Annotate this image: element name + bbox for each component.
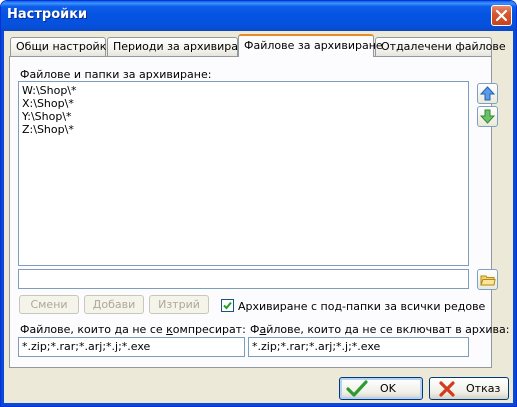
move-up-button[interactable]: [477, 83, 498, 104]
path-input[interactable]: [18, 269, 469, 289]
cancel-button-label: Отказ: [466, 382, 501, 395]
tab-remote-files[interactable]: Отдалечени файлове: [375, 37, 506, 56]
cancel-x-icon: [439, 380, 455, 397]
ok-button[interactable]: OK: [339, 377, 423, 400]
no-compress-label: Файлове, които да не се компресират:: [20, 323, 246, 336]
tab-archive-files[interactable]: Файлове за архивиране: [238, 34, 383, 57]
change-button-label: Смени: [30, 298, 68, 311]
close-button[interactable]: [491, 5, 512, 26]
recursive-checkbox-label: Архивиране с под-папки за всички редове: [238, 300, 486, 313]
cancel-button[interactable]: Отказ: [429, 377, 509, 400]
add-button-label: Добави: [92, 298, 136, 311]
browse-folder-button[interactable]: [477, 269, 498, 290]
arrow-up-icon: [480, 86, 495, 101]
delete-button[interactable]: Изтрий: [149, 295, 209, 314]
arrow-down-icon: [480, 109, 495, 124]
tab-label: Отдалечени файлове: [381, 40, 506, 53]
list-item[interactable]: W:\Shop\*: [22, 84, 465, 97]
tab-label: Файлове за архивиране: [244, 39, 383, 52]
add-button[interactable]: Добави: [84, 295, 144, 314]
recursive-checkbox[interactable]: [221, 299, 234, 312]
list-item[interactable]: X:\Shop\*: [22, 97, 465, 110]
window-title: Настройки: [7, 7, 88, 22]
window-border-right: [513, 31, 516, 406]
tab-general-settings[interactable]: Общи настройки: [10, 37, 114, 56]
label-text: Файлове, които да не се: [20, 323, 167, 336]
folder-icon: [479, 275, 496, 285]
tab-label: Общи настройки: [16, 40, 114, 53]
move-down-button[interactable]: [477, 106, 498, 127]
ok-button-label: OK: [380, 382, 396, 395]
checkmark-icon: [223, 301, 232, 310]
label-mnemonic: к: [166, 323, 173, 336]
change-button[interactable]: Смени: [19, 295, 79, 314]
tab-label: Периоди за архивиране: [113, 40, 252, 53]
label-text: йлове, които да не се включват в архива:: [266, 323, 510, 336]
window-border-bottom: [1, 403, 516, 406]
title-bar[interactable]: Настройки: [1, 1, 516, 31]
label-text: омпресират:: [172, 323, 246, 336]
no-compress-input[interactable]: *.zip;*.rar;*.arj;*.j;*.exe: [18, 337, 245, 357]
tab-archive-periods[interactable]: Периоди за архивиране: [107, 37, 252, 56]
checkmark-icon: [346, 379, 368, 397]
list-item[interactable]: Z:\Shop\*: [22, 123, 465, 136]
list-item[interactable]: Y:\Shop\*: [22, 110, 465, 123]
window-border-left: [1, 31, 4, 406]
files-listbox[interactable]: W:\Shop\* X:\Shop\* Y:\Shop\* Z:\Shop\*: [18, 81, 469, 266]
no-include-input[interactable]: *.zip;*.rar;*.arj;*.j;*.exe: [248, 337, 469, 357]
no-include-label: Файлове, които да не се включват в архив…: [250, 323, 510, 336]
close-icon: [495, 9, 508, 22]
settings-window: Настройки Общи настройки Периоди за архи…: [0, 0, 517, 407]
files-list-label: Файлове и папки за архивиране:: [20, 68, 212, 81]
delete-button-label: Изтрий: [158, 298, 200, 311]
